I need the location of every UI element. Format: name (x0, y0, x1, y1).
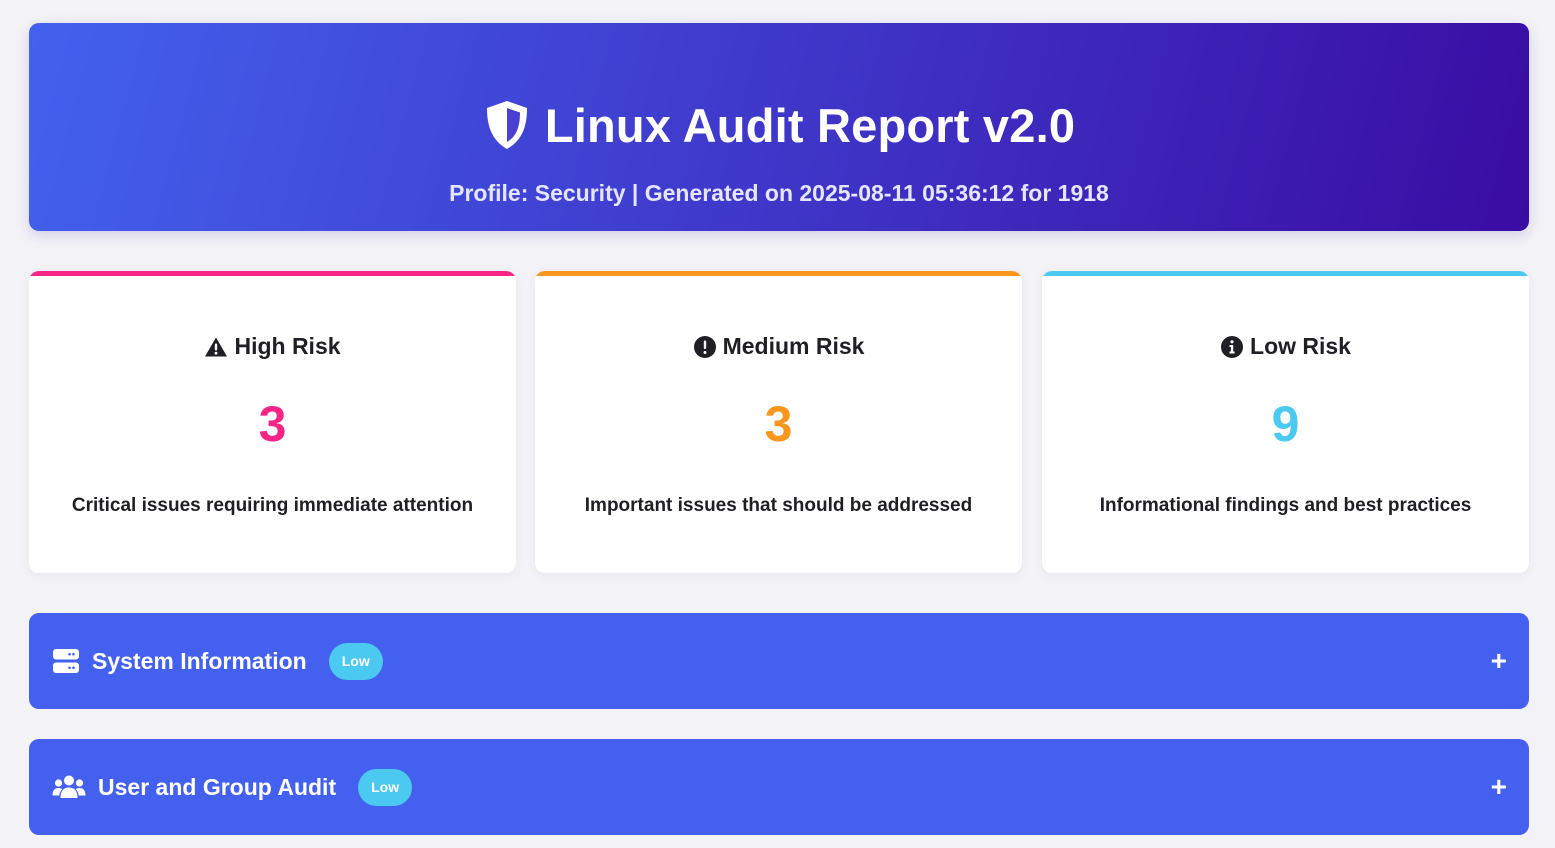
low-risk-label-row: Low Risk (1042, 333, 1529, 360)
medium-risk-card: Medium Risk 3 Important issues that shou… (535, 271, 1022, 573)
medium-risk-description: Important issues that should be addresse… (584, 495, 973, 516)
expand-toggle-icon[interactable]: + (1491, 647, 1507, 675)
high-risk-accent-bar (29, 271, 516, 276)
server-icon (53, 649, 79, 673)
report-title-row: Linux Audit Report v2.0 (29, 93, 1529, 157)
section-user-group-audit[interactable]: User and Group Audit Low + (29, 739, 1529, 835)
high-risk-count: 3 (258, 396, 287, 452)
section-title: System Information (92, 647, 307, 674)
medium-risk-label-row: Medium Risk (535, 333, 1022, 360)
risk-badge: Low (358, 768, 413, 806)
info-circle-icon (1221, 335, 1244, 358)
medium-risk-accent-bar (535, 271, 1022, 276)
medium-risk-count: 3 (764, 396, 793, 452)
section-title: User and Group Audit (98, 773, 337, 800)
medium-risk-label: Medium Risk (722, 333, 865, 359)
risk-badge: Low (328, 642, 383, 680)
high-risk-card: High Risk 3 Critical issues requiring im… (29, 271, 516, 573)
low-risk-description: Informational findings and best practice… (1099, 495, 1472, 516)
section-system-information[interactable]: System Information Low + (29, 613, 1529, 709)
low-risk-accent-bar (1042, 271, 1529, 276)
audit-report-page: Linux Audit Report v2.0 Profile: Securit… (0, 0, 1555, 848)
warning-triangle-icon (205, 337, 228, 356)
high-risk-description: Critical issues requiring immediate atte… (71, 495, 474, 516)
high-risk-label: High Risk (234, 333, 341, 359)
report-header: Linux Audit Report v2.0 Profile: Securit… (29, 23, 1529, 231)
low-risk-label: Low Risk (1250, 333, 1351, 359)
low-risk-count: 9 (1271, 396, 1300, 452)
report-subtitle: Profile: Security | Generated on 2025-08… (449, 180, 1109, 206)
page-title: Linux Audit Report v2.0 (544, 98, 1076, 152)
high-risk-label-row: High Risk (29, 333, 516, 360)
users-icon (52, 775, 86, 798)
low-risk-card: Low Risk 9 Informational findings and be… (1042, 271, 1529, 573)
expand-toggle-icon[interactable]: + (1491, 773, 1507, 801)
exclamation-circle-icon (693, 335, 716, 358)
shield-icon (486, 101, 527, 149)
